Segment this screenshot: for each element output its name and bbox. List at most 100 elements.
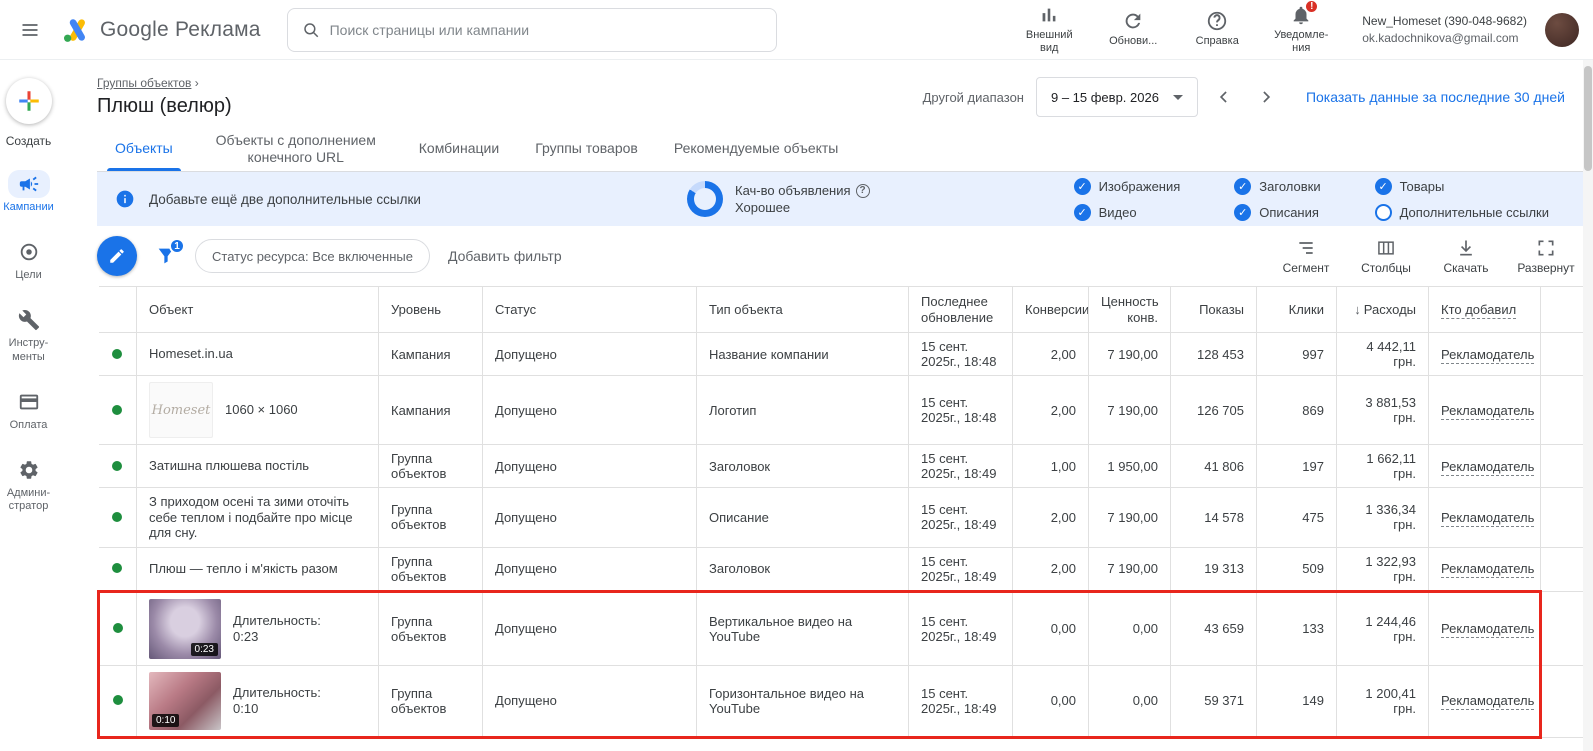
date-range-picker[interactable]: 9 – 15 февр. 2026 — [1035, 77, 1198, 117]
added-by-link[interactable]: Рекламодатель — [1441, 346, 1535, 364]
tab-objects-final-url[interactable]: Объекты с дополнением конечного URL — [191, 126, 401, 171]
clicks-cell: 997 — [1256, 332, 1337, 376]
appearance-button[interactable]: Внешний вид — [1012, 4, 1086, 55]
notifications-button[interactable]: ! Уведомле- ния — [1264, 0, 1338, 55]
create-label: Создать — [5, 134, 52, 148]
header-updated[interactable]: Последнее обновление — [908, 286, 1013, 333]
menu-icon[interactable] — [12, 12, 48, 48]
banner-message[interactable]: Добавьте ещё две дополнительные ссылки — [149, 192, 421, 207]
added-by-link[interactable]: Рекламодатель — [1441, 402, 1535, 420]
scrollbar[interactable] — [1583, 60, 1593, 751]
object-label: Длительность: 0:10 — [233, 685, 321, 716]
header-impressions[interactable]: Показы — [1170, 286, 1257, 333]
added-by-link[interactable]: Рекламодатель — [1441, 621, 1535, 639]
asset-checks: ✓ Изображения ✓ Видео ✓ Заголовки ✓ Описания… — [1073, 177, 1549, 221]
type-cell: Название компании — [696, 332, 909, 376]
sidebar-item-campaigns[interactable]: Кампании — [0, 170, 57, 214]
object-thumbnail[interactable]: Homeset — [149, 382, 213, 438]
conversions-cell: 1,00 — [1012, 444, 1089, 488]
header-type[interactable]: Тип объекта — [696, 286, 909, 333]
segment-button[interactable]: Сегмент — [1275, 238, 1337, 275]
check-headlines: ✓ Заголовки — [1234, 177, 1321, 195]
cost-cell: 3 881,53 грн. — [1336, 375, 1429, 445]
table-row[interactable]: Homeset.in.ua Кампания Допущено Название… — [98, 332, 1593, 376]
google-ads-logo[interactable]: Google Реклама — [60, 15, 261, 45]
clicks-cell: 509 — [1256, 547, 1337, 592]
added-by-link[interactable]: Рекламодатель — [1441, 561, 1535, 579]
check-products: ✓ Товары — [1374, 177, 1549, 195]
header-clicks[interactable]: Клики — [1256, 286, 1337, 333]
table-row[interactable]: 0:10 Длительность: 0:10 Группа объектов … — [97, 665, 1593, 739]
tab-product-groups[interactable]: Группы товаров — [517, 126, 656, 171]
date-range-value: 9 – 15 февр. 2026 — [1050, 89, 1159, 105]
sidebar-item-tools[interactable]: Инстру- менты — [0, 306, 57, 363]
table-row[interactable]: З приходом осені та зими оточіть себе те… — [98, 487, 1593, 548]
table-row[interactable]: 0:23 Длительность: 0:23 Группа объектов … — [97, 589, 1593, 666]
next-period-button[interactable] — [1250, 81, 1282, 113]
segment-label: Сегмент — [1282, 260, 1330, 275]
object-label: Затишна плюшева постіль — [149, 458, 310, 474]
header-level[interactable]: Уровень — [378, 286, 483, 333]
search-box[interactable] — [286, 7, 777, 52]
sort-down-icon: ↓ — [1354, 301, 1361, 317]
breadcrumb-link[interactable]: Группы объектов — [97, 76, 191, 90]
status-filter-chip[interactable]: Статус ресурса: Все включенные — [195, 239, 430, 273]
table-row[interactable]: Homeset 1060 × 1060 Кампания Допущено Ло… — [98, 375, 1593, 445]
header-added-by[interactable]: Кто добавил — [1428, 286, 1541, 333]
page-header: Группы объектов › Плюш (велюр) Другой ди… — [97, 60, 1593, 118]
scrollbar-thumb[interactable] — [1584, 66, 1592, 171]
tab-objects[interactable]: Объекты — [97, 126, 191, 171]
object-thumbnail[interactable]: 0:23 — [149, 598, 221, 659]
avatar[interactable] — [1545, 12, 1579, 47]
edit-button[interactable] — [97, 236, 137, 276]
added-by-link[interactable]: Рекламодатель — [1441, 693, 1535, 711]
header-conv-value[interactable]: Ценность конв. — [1088, 286, 1171, 333]
show-last-30-days-link[interactable]: Показать данные за последние 30 дней — [1306, 89, 1565, 105]
header-cost[interactable]: ↓ Расходы — [1336, 286, 1429, 333]
added-by-cell: Рекламодатель — [1428, 547, 1541, 592]
sidebar-item-admin[interactable]: Админи- стратор — [0, 456, 57, 513]
added-by-link[interactable]: Рекламодатель — [1441, 458, 1535, 476]
object-cell: Homeset 1060 × 1060 — [136, 375, 379, 445]
campaigns-icon — [7, 170, 50, 198]
impressions-cell: 14 578 — [1170, 487, 1257, 548]
filter-button[interactable]: 1 — [155, 238, 185, 267]
account-info[interactable]: New_Homeset (390-048-9682) ok.kadochniko… — [1362, 13, 1527, 45]
table-row[interactable]: Затишна плюшева постіль Группа объектов … — [98, 444, 1593, 488]
tab-combinations[interactable]: Комбинации — [401, 126, 517, 171]
quality-help-icon[interactable]: ? — [855, 183, 870, 198]
added-by-link[interactable]: Рекламодатель — [1441, 509, 1535, 527]
conv-value-cell: 1 950,00 — [1088, 444, 1171, 488]
campaigns-label: Кампании — [3, 201, 54, 213]
sidebar-item-billing[interactable]: Оплата — [0, 388, 57, 432]
level-cell: Группа объектов — [378, 487, 483, 548]
expand-icon — [1536, 238, 1556, 258]
help-button[interactable]: Справка — [1180, 10, 1254, 48]
table-row[interactable]: Плюш — тепло і м'якість разом Группа объ… — [98, 547, 1593, 592]
refresh-button[interactable]: Обнови... — [1096, 10, 1170, 48]
app: Google Реклама Внешний вид Обнови... — [0, 0, 1593, 751]
download-button[interactable]: Скачать — [1435, 238, 1497, 275]
create-button[interactable] — [5, 78, 52, 124]
add-filter-button[interactable]: Добавить фильтр — [448, 248, 562, 264]
header-object[interactable]: Объект — [136, 286, 379, 333]
appearance-icon — [1038, 4, 1060, 26]
header-conversions[interactable]: Конверсии — [1012, 286, 1089, 333]
object-label: 1060 × 1060 — [225, 402, 298, 418]
object-cell: 0:10 Длительность: 0:10 — [136, 665, 379, 739]
conv-value-cell: 7 190,00 — [1088, 487, 1171, 548]
bell-icon: ! — [1290, 0, 1320, 26]
expand-button[interactable]: Развернут — [1515, 238, 1577, 275]
added-by-cell: Рекламодатель — [1428, 665, 1542, 739]
conversions-cell: 2,00 — [1012, 375, 1089, 445]
search-input[interactable] — [329, 21, 762, 38]
sidebar-item-goals[interactable]: Цели — [0, 238, 57, 282]
header-status[interactable]: Статус — [482, 286, 697, 333]
columns-button[interactable]: Столбцы — [1355, 238, 1417, 275]
billing-icon — [8, 388, 50, 416]
prev-period-button[interactable] — [1208, 81, 1240, 113]
tab-recommended-objects[interactable]: Рекомендуемые объекты — [656, 126, 857, 171]
check-sitelinks: ✓ Дополнительные ссылки — [1374, 203, 1549, 221]
updated-cell: 15 сент. 2025г., 18:48 — [908, 375, 1013, 445]
object-thumbnail[interactable]: 0:10 — [149, 671, 221, 730]
